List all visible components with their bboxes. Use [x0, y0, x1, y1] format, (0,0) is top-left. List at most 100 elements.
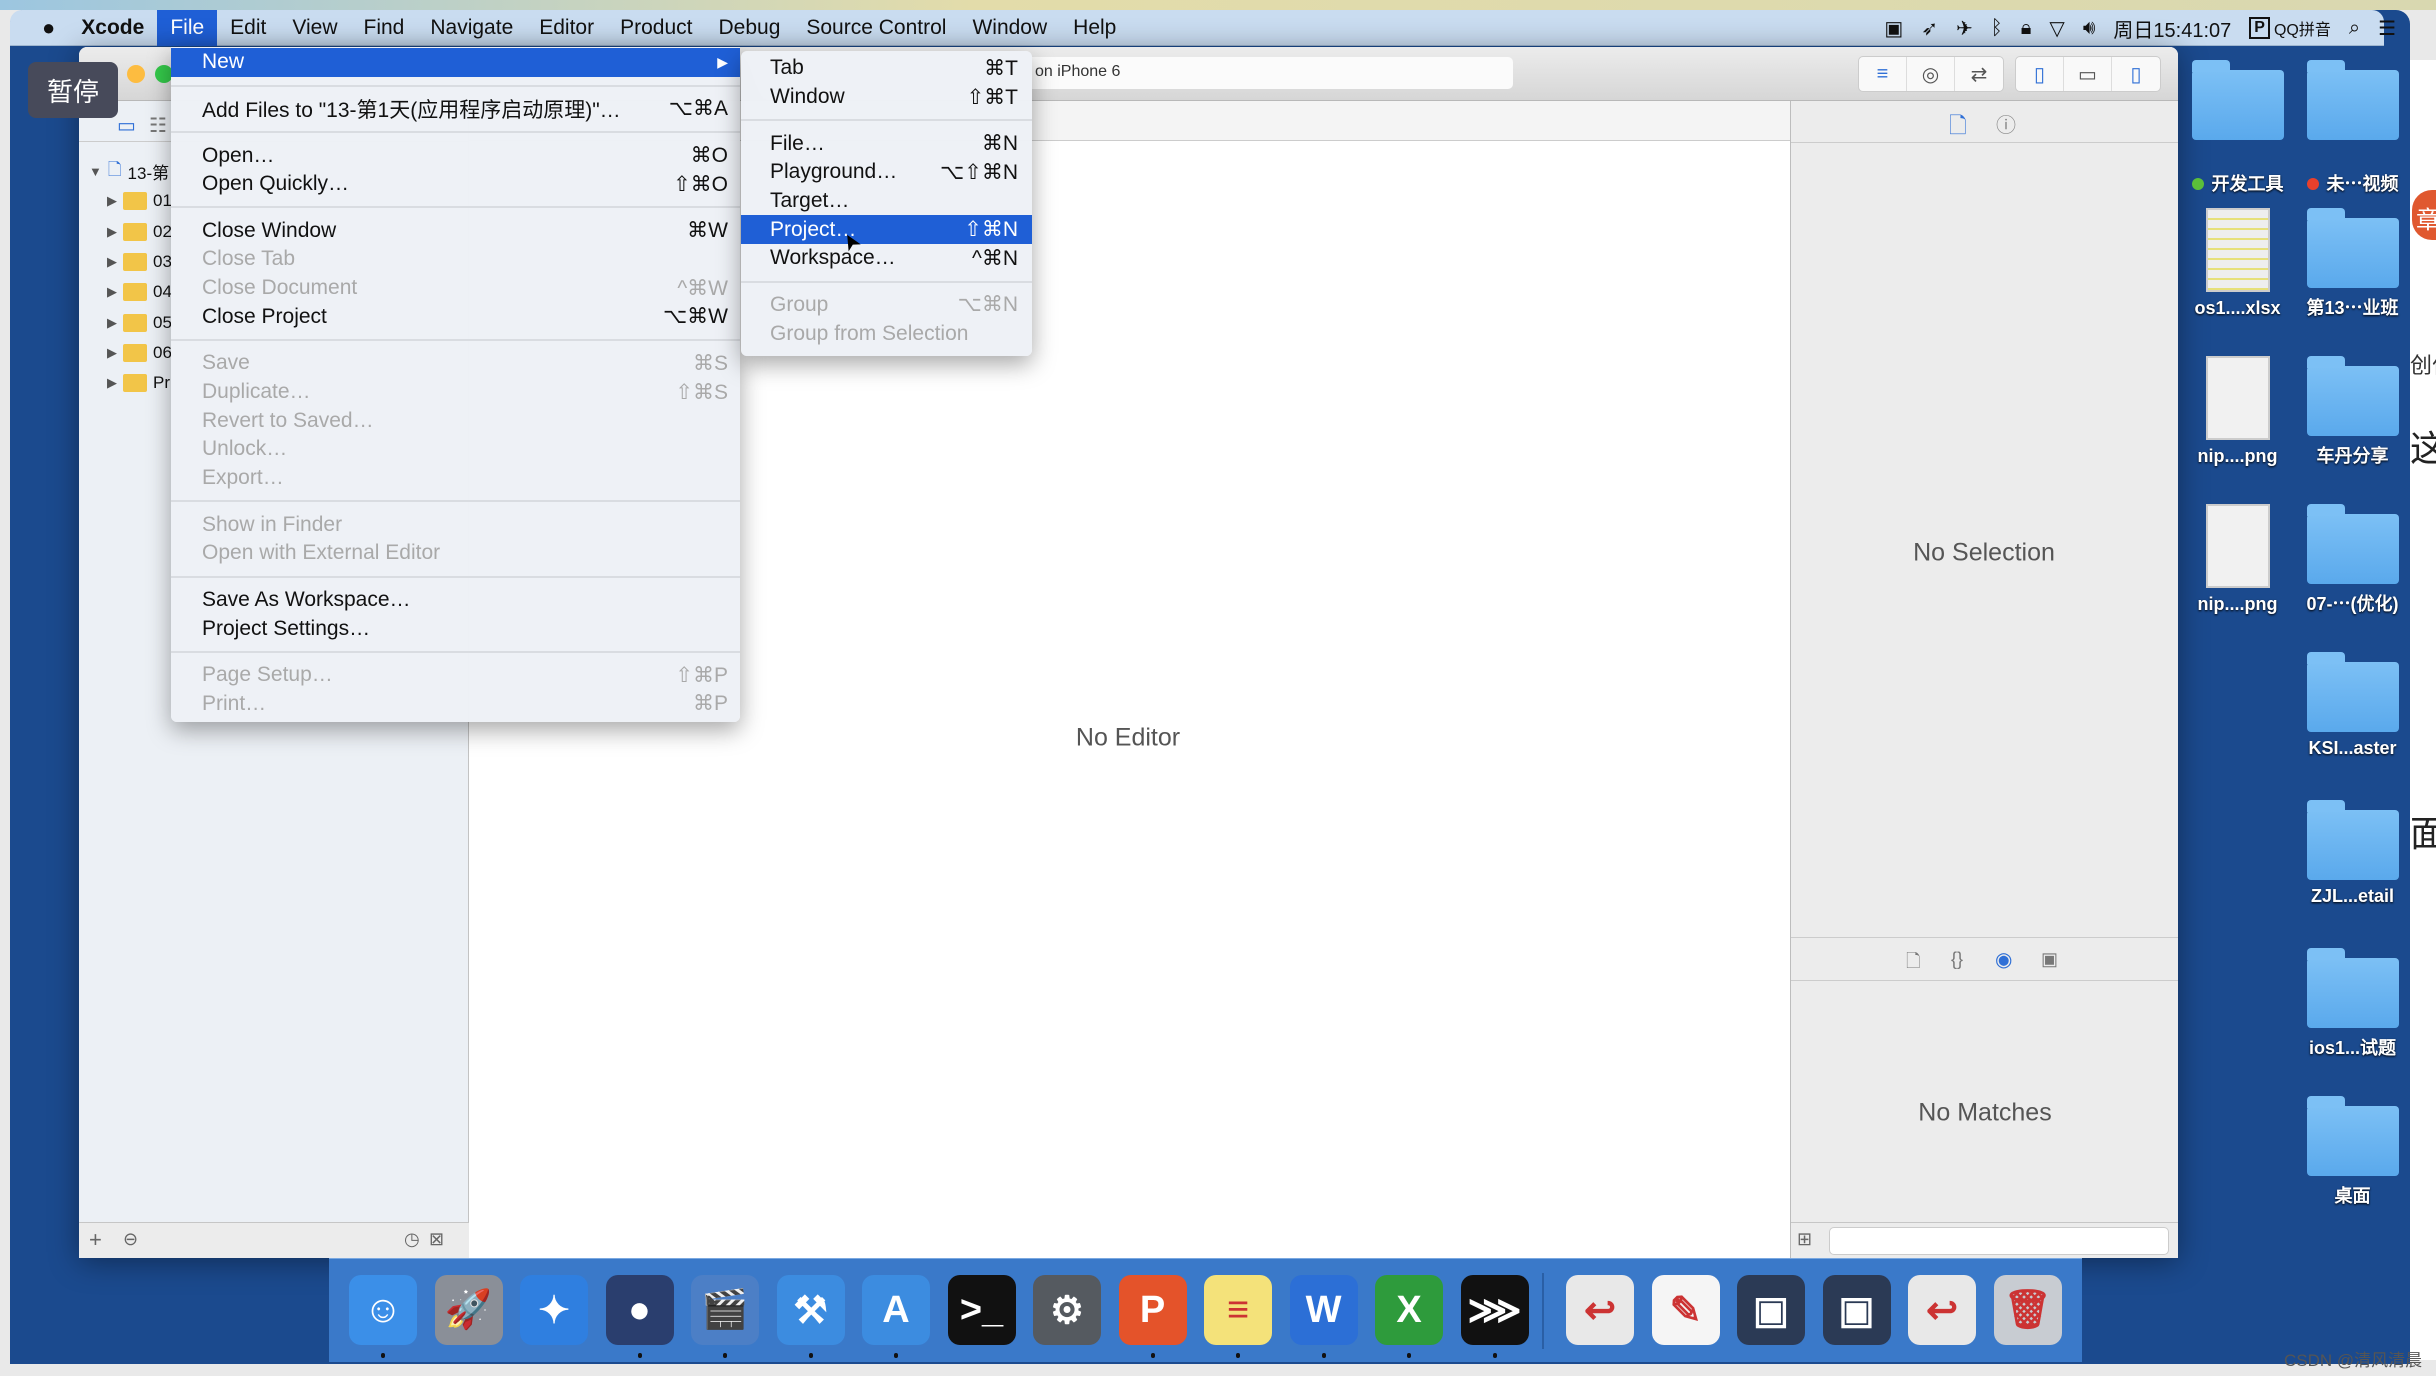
file-inspector-icon[interactable]: 🗋 — [1949, 109, 1967, 147]
menu-item-window[interactable]: Window ⇧⌘T — [741, 83, 1032, 112]
recent-files-icon[interactable]: ◷ — [404, 1229, 420, 1250]
menu-item-file[interactable]: File… ⌘N — [741, 129, 1032, 158]
menu-source-control[interactable]: Source Control — [793, 10, 959, 46]
menu-find[interactable]: Find — [351, 10, 418, 46]
clock[interactable]: 周日15:41:07 — [2113, 14, 2231, 43]
navigator-row[interactable]: ▶ 05 — [107, 309, 172, 337]
word-dock-icon[interactable]: W — [1289, 1275, 1358, 1345]
disclosure-closed-icon[interactable]: ▶ — [107, 224, 117, 240]
desktop-item[interactable]: KSI...aster — [2295, 652, 2410, 759]
desktop-tag-label[interactable]: 开发工具 — [2180, 170, 2295, 196]
finder-dock-icon[interactable]: ☺ — [349, 1275, 417, 1345]
scm-filter-icon[interactable]: ⊠ — [429, 1229, 444, 1250]
menu-editor[interactable]: Editor — [526, 10, 607, 46]
apple-menu-icon[interactable]: ● — [10, 10, 68, 46]
version-editor-icon[interactable]: ⇄ — [1955, 57, 2003, 91]
menu-edit[interactable]: Edit — [217, 10, 279, 46]
desktop-item[interactable]: ZJL...etail — [2295, 800, 2410, 907]
menu-item-save-as-workspace[interactable]: Save As Workspace… — [171, 586, 740, 615]
menu-file[interactable]: File — [157, 9, 218, 46]
menu-item-close-project[interactable]: Close Project ⌥⌘W — [171, 302, 740, 331]
media-library-icon[interactable]: ▣ — [2041, 949, 2058, 970]
navigator-row[interactable]: ▶ 02 — [107, 218, 172, 246]
excel-dock-icon[interactable]: X — [1375, 1275, 1443, 1345]
desktop-item[interactable]: 桌面 — [2295, 1096, 2410, 1208]
pause-overlay[interactable]: 暂停 — [28, 62, 118, 118]
document-3-dock-icon[interactable]: ↩ — [1908, 1275, 1976, 1345]
mouse-app-dock-icon[interactable]: ● — [605, 1275, 674, 1345]
safari-dock-icon[interactable]: ✦ — [520, 1275, 588, 1345]
console-dock-icon[interactable]: ⋙ — [1460, 1275, 1529, 1345]
system-preferences-dock-icon[interactable]: ⚙ — [1033, 1275, 1101, 1345]
navigator-toggle-icon[interactable]: ▯ — [2016, 57, 2064, 91]
library-filter-input[interactable] — [1829, 1227, 2169, 1255]
wifi-icon[interactable]: ▽ — [2049, 16, 2064, 41]
navigator-row[interactable]: ▶ 04 — [107, 278, 172, 306]
screen-record-icon[interactable]: ▣ — [1884, 16, 1903, 41]
terminal-dock-icon[interactable]: >_ — [947, 1275, 1016, 1345]
disclosure-closed-icon[interactable]: ▶ — [107, 375, 117, 391]
menu-item-open[interactable]: Open… ⌘O — [171, 141, 740, 170]
notification-center-icon[interactable]: ☰ — [2378, 16, 2396, 41]
menu-product[interactable]: Product — [607, 10, 705, 46]
bluetooth-icon[interactable]: ᛒ — [1991, 17, 2003, 40]
disclosure-closed-icon[interactable]: ▶ — [107, 315, 117, 331]
code-snippet-library-icon[interactable]: {} — [1951, 949, 1963, 970]
symbol-navigator-tab-icon[interactable]: ☷ — [149, 113, 167, 138]
lock-icon[interactable]: 🔒︎ — [2021, 17, 2032, 40]
debug-area-toggle-icon[interactable]: ▭ — [2064, 57, 2112, 91]
filter-icon[interactable]: ⊖ — [123, 1229, 138, 1250]
menu-item-workspace[interactable]: Workspace… ^⌘N — [741, 244, 1032, 273]
screenshot-1-dock-icon[interactable]: ▣ — [1737, 1275, 1805, 1345]
menu-item-project[interactable]: Project… ⇧⌘N — [741, 215, 1032, 245]
desktop-item[interactable]: 第13⋯业班 — [2295, 208, 2410, 320]
menu-item-open-quickly[interactable]: Open Quickly… ⇧⌘O — [171, 170, 740, 199]
menu-debug[interactable]: Debug — [705, 10, 793, 46]
disclosure-open-icon[interactable]: ▼ — [89, 164, 102, 179]
menu-item-close-window[interactable]: Close Window ⌘W — [171, 216, 740, 245]
disclosure-closed-icon[interactable]: ▶ — [107, 345, 117, 361]
desktop-item[interactable]: nip....png — [2180, 504, 2295, 615]
navigator-row[interactable]: ▶ 01 — [107, 187, 172, 215]
desktop-item[interactable] — [2180, 60, 2295, 140]
launchpad-dock-icon[interactable]: 🚀 — [434, 1275, 503, 1345]
menu-navigate[interactable]: Navigate — [417, 10, 526, 46]
disclosure-closed-icon[interactable]: ▶ — [107, 193, 117, 209]
document-2-dock-icon[interactable]: ✎ — [1651, 1275, 1720, 1345]
desktop-item[interactable]: ios1...试题 — [2295, 948, 2410, 1060]
instruments-dock-icon[interactable]: A — [862, 1275, 930, 1345]
object-library-icon[interactable]: ◉ — [1995, 947, 2012, 972]
xcode-dock-icon[interactable]: ⚒ — [776, 1275, 845, 1345]
navigator-row[interactable]: ▶ 06 — [107, 339, 172, 367]
menu-item-new[interactable]: New ▶ — [171, 48, 740, 77]
desktop-item[interactable] — [2295, 60, 2410, 140]
minimize-window-button[interactable] — [127, 65, 145, 83]
article-badge[interactable]: 章 — [2412, 190, 2436, 240]
disclosure-closed-icon[interactable]: ▶ — [107, 254, 117, 270]
add-icon[interactable]: + — [89, 1227, 102, 1253]
input-method-icon[interactable]: P — [2249, 17, 2270, 39]
disclosure-closed-icon[interactable]: ▶ — [107, 284, 117, 300]
desktop-tag-label[interactable]: 未⋯视频 — [2295, 170, 2410, 196]
imovie-dock-icon[interactable]: 🎬 — [691, 1275, 759, 1345]
input-method-label[interactable]: QQ拼音 — [2274, 16, 2331, 40]
menu-item-project-settings[interactable]: Project Settings… — [171, 614, 740, 643]
notes-dock-icon[interactable]: ≡ — [1204, 1275, 1272, 1345]
desktop-item[interactable]: 07-⋯(优化) — [2295, 504, 2410, 616]
navigator-row[interactable]: ▶ 03 — [107, 248, 172, 276]
volume-icon[interactable]: 🔊︎ — [2083, 17, 2096, 40]
menu-item-add-files-to[interactable]: Add Files to "13-第1天(应用程序启动原理)"… ⌥⌘A — [171, 95, 740, 124]
navigator-row[interactable]: ▶ Pr — [107, 369, 170, 397]
airplane-icon[interactable]: ✈ — [1956, 16, 1973, 41]
menu-item-playground[interactable]: Playground… ⌥⇧⌘N — [741, 158, 1032, 187]
menu-help[interactable]: Help — [1060, 10, 1129, 46]
menu-item-target[interactable]: Target… — [741, 187, 1032, 216]
desktop-item[interactable]: nip....png — [2180, 356, 2295, 467]
menu-window[interactable]: Window — [959, 10, 1060, 46]
file-template-library-icon[interactable]: 🗋 — [1906, 949, 1920, 979]
desktop-item[interactable]: 车丹分享 — [2295, 356, 2410, 468]
trash-dock-icon[interactable]: 🗑 — [1993, 1275, 2062, 1345]
assistant-editor-icon[interactable]: ◎ — [1907, 57, 1955, 91]
project-navigator-tab-icon[interactable]: ▭ — [117, 113, 136, 138]
powerpoint-dock-icon[interactable]: P — [1118, 1275, 1187, 1345]
